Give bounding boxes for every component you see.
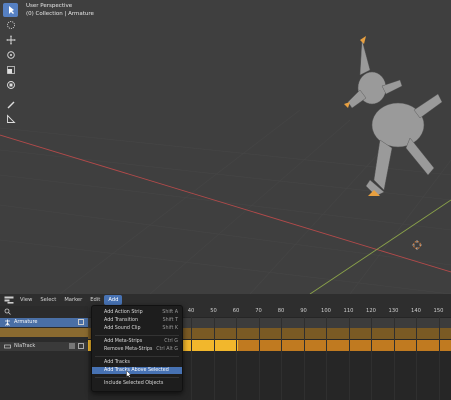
ruler-tick-label: 110 bbox=[343, 308, 354, 314]
add-menu-dropdown: Add Action Strip Shift A Add Transition Sh… bbox=[91, 305, 183, 392]
nla-channel-list: Armature NlaTrack bbox=[0, 306, 88, 400]
frame-grid-line bbox=[416, 317, 417, 400]
menu-marker[interactable]: Marker bbox=[60, 295, 86, 305]
nla-editor-header: View Select Marker Edit Add bbox=[0, 294, 451, 306]
rotate-icon bbox=[6, 51, 15, 59]
ruler-tick-label: 120 bbox=[366, 308, 376, 314]
scale-tool-button[interactable] bbox=[3, 63, 18, 77]
ruler-tick-label: 100 bbox=[321, 308, 331, 314]
frame-grid-line bbox=[281, 317, 282, 400]
ruler-tick-label: 70 bbox=[255, 308, 262, 314]
select-icon bbox=[8, 6, 14, 14]
measure-icon bbox=[6, 114, 16, 123]
ruler-tick-label: 150 bbox=[433, 308, 444, 314]
menu-edit[interactable]: Edit bbox=[86, 295, 104, 305]
solo-toggle-icon[interactable] bbox=[69, 343, 75, 349]
menu-item-add-sound-clip[interactable]: Add Sound Clip Shift K bbox=[92, 325, 182, 332]
menu-select[interactable]: Select bbox=[36, 295, 60, 305]
channel-track-label: NlaTrack bbox=[14, 343, 36, 349]
frame-grid-line bbox=[236, 317, 237, 400]
ruler-tick-label: 40 bbox=[187, 308, 195, 314]
menu-item-add-action-strip[interactable]: Add Action Strip Shift A bbox=[92, 309, 182, 316]
channel-armature[interactable]: Armature bbox=[0, 318, 88, 327]
menu-item-include-selected-objects[interactable]: Include Selected Objects bbox=[92, 380, 182, 387]
transform-icon bbox=[6, 81, 15, 89]
menu-separator bbox=[95, 377, 179, 378]
editor-type-button[interactable] bbox=[2, 295, 16, 305]
menu-item-add-tracks[interactable]: Add Tracks bbox=[92, 359, 182, 366]
measure-tool-button[interactable] bbox=[3, 112, 18, 126]
menu-item-add-meta-strips[interactable]: Add Meta-Strips Ctrl G bbox=[92, 338, 182, 345]
3d-cursor-icon[interactable] bbox=[412, 240, 422, 250]
menu-add[interactable]: Add bbox=[104, 295, 123, 305]
ruler-tick-label: 90 bbox=[300, 308, 307, 314]
menu-item-add-transition[interactable]: Add Transition Shift T bbox=[92, 317, 182, 324]
menu-view[interactable]: View bbox=[16, 295, 36, 305]
track-icon bbox=[4, 344, 11, 349]
scale-icon bbox=[6, 66, 15, 74]
nla-editor-icon bbox=[4, 296, 14, 304]
ruler-tick-label: 80 bbox=[277, 308, 285, 314]
armature-character-model[interactable] bbox=[330, 30, 450, 200]
frame-grid-line bbox=[213, 317, 215, 400]
frame-grid-line bbox=[438, 317, 440, 400]
menu-item-add-tracks-above-selected[interactable]: Add Tracks Above Selected bbox=[92, 367, 182, 374]
channel-armature-label: Armature bbox=[14, 319, 38, 325]
lock-icon[interactable] bbox=[78, 343, 84, 349]
transform-tool-button[interactable] bbox=[3, 78, 18, 92]
frame-grid-line bbox=[393, 317, 395, 400]
mouse-pointer-icon bbox=[126, 370, 132, 378]
rotate-tool-button[interactable] bbox=[3, 48, 18, 62]
annotate-tool-button[interactable] bbox=[3, 97, 18, 111]
menu-item-remove-meta-strips[interactable]: Remove Meta-Strips Ctrl Alt G bbox=[92, 346, 182, 353]
viewport-subtitle: (0) Collection | Armature bbox=[26, 11, 94, 17]
ruler-tick-label: 50 bbox=[210, 308, 217, 314]
ruler-tick-label: 60 bbox=[232, 308, 240, 314]
cursor-tool-button[interactable] bbox=[3, 18, 18, 32]
move-icon bbox=[6, 35, 15, 45]
ruler-tick-label: 130 bbox=[388, 308, 399, 314]
viewport-title: User Perspective bbox=[26, 3, 73, 9]
menu-separator bbox=[95, 356, 179, 357]
annotate-icon bbox=[7, 101, 14, 109]
frame-grid-line bbox=[191, 317, 192, 400]
frame-grid-line bbox=[348, 317, 350, 400]
frame-grid-line bbox=[303, 317, 305, 400]
3d-viewport[interactable]: User Perspective (0) Collection | Armatu… bbox=[0, 0, 451, 294]
pin-icon[interactable] bbox=[78, 319, 84, 325]
cursor-icon bbox=[6, 21, 15, 29]
channel-action[interactable] bbox=[0, 328, 88, 337]
channel-search-row[interactable] bbox=[0, 306, 88, 317]
frame-grid-line bbox=[371, 317, 372, 400]
move-tool-button[interactable] bbox=[3, 33, 18, 47]
ruler-tick-label: 140 bbox=[411, 308, 421, 314]
search-icon bbox=[4, 308, 11, 315]
channel-nla-track[interactable]: NlaTrack bbox=[0, 342, 88, 351]
tool-shelf bbox=[3, 3, 18, 127]
select-tool-button[interactable] bbox=[3, 3, 18, 17]
armature-icon bbox=[5, 319, 10, 326]
menu-separator bbox=[95, 335, 179, 336]
frame-grid-line bbox=[258, 317, 260, 400]
y-axis-line bbox=[309, 199, 451, 294]
frame-grid-line bbox=[326, 317, 327, 400]
